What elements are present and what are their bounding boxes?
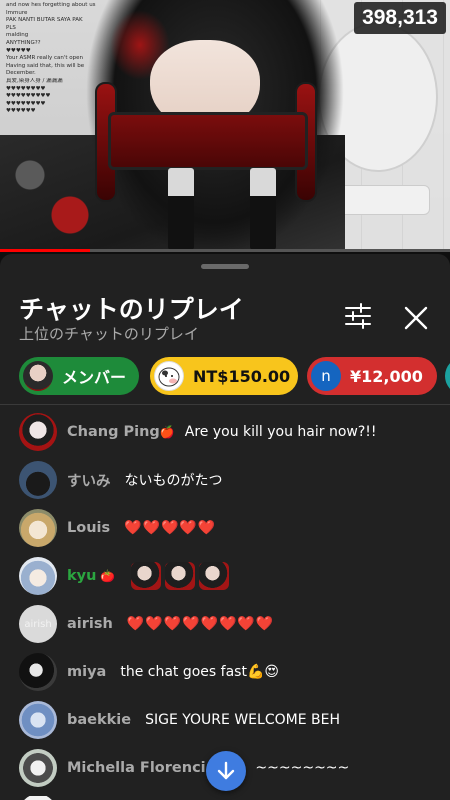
video-overlay-chat: and now hes forgetting about us Immure PAK…	[6, 2, 116, 116]
chat-message[interactable]: airish airish ❤️❤️❤️❤️❤️❤️❤️❤️	[19, 602, 274, 646]
chip-member[interactable]: メンバー	[19, 357, 139, 395]
member-avatar	[23, 361, 53, 391]
arrow-down-icon	[217, 761, 235, 780]
sliders-icon	[345, 303, 371, 329]
chat-message[interactable]: Michella Florencia ~~~~~~~~	[19, 746, 349, 790]
avatar	[19, 796, 57, 800]
overlay-chat-line: ♥♥♥♥♥	[6, 47, 31, 54]
overlay-chat-line: ♥♥♥♥♥♥♥♥♥	[6, 93, 51, 100]
superchat-chip-row: メンバー NT$150.00 n ¥12,000	[19, 357, 450, 397]
author-name: Louis	[67, 520, 111, 536]
chip-more[interactable]	[445, 357, 450, 395]
author-name: kyu	[67, 568, 97, 584]
chip-yen-label: ¥12,000	[350, 366, 423, 386]
chip-member-label: メンバー	[62, 368, 127, 387]
chip-superchat-yen[interactable]: n ¥12,000	[307, 357, 437, 395]
author-name: baekkie	[67, 712, 132, 728]
chat-message[interactable]: Louis ❤️❤️❤️❤️❤️	[19, 506, 216, 550]
divider	[0, 404, 450, 405]
message-text: ❤️❤️❤️❤️❤️❤️❤️❤️	[126, 616, 275, 632]
avatar	[19, 413, 57, 451]
avatar	[19, 509, 57, 547]
overlay-chat-line: malding	[6, 32, 29, 39]
author-name: miya	[67, 664, 107, 680]
avatar: airish	[19, 605, 57, 643]
sticker-group	[131, 562, 230, 590]
chat-message[interactable]: kyu 🍅	[19, 554, 230, 598]
mic-stand-left	[168, 168, 194, 250]
overlay-chat-line: ♥♥♥♥♥♥♥♥	[6, 100, 46, 107]
close-button[interactable]	[400, 302, 432, 334]
overlay-chat-line: Immure	[6, 9, 28, 16]
overlay-chat-line: ANYTHING??	[6, 39, 41, 46]
overlay-chat-line: 真爱,染身人身 / 漏漏漏	[6, 77, 63, 84]
viewer-count: 398,313	[354, 2, 446, 34]
tomato-badge-icon: 🍅	[100, 569, 116, 583]
overlay-chat-line: Having said that, this will be	[6, 62, 85, 69]
binaural-mic-body	[108, 112, 308, 170]
overlay-chat-line: PAK NANTI BUTAR SAYA PAK	[6, 17, 83, 24]
video-progress-fill	[0, 249, 90, 252]
chat-message[interactable]: baekkie SIGE YOURE WELCOME BEH	[19, 698, 340, 742]
filter-button[interactable]	[342, 302, 374, 330]
mic-stand-right	[250, 168, 276, 250]
message-text: the chat goes fast💪😍	[120, 664, 279, 680]
author-name: Chang Ping	[67, 424, 160, 440]
overlay-chat-line: December.	[6, 70, 36, 77]
chat-message[interactable]: すいみ ないものがたつ	[19, 458, 223, 502]
letter-avatar: n	[311, 361, 341, 391]
message-text: ❤️❤️❤️❤️❤️	[124, 520, 217, 536]
chat-replay-sheet: チャットのリプレイ 上位のチャットのリプレイ メンバー NT$150.00 n …	[0, 254, 450, 800]
video-player[interactable]: and now hes forgetting about us Immure PAK…	[0, 0, 450, 252]
overlay-chat-line: ♥♥♥♥♥♥	[6, 108, 36, 115]
chat-message[interactable]: miya the chat goes fast💪😍	[19, 650, 279, 694]
sticker-emoji	[199, 562, 230, 590]
avatar	[19, 701, 57, 739]
chip-nt-label: NT$150.00	[193, 366, 291, 386]
sticker-emoji	[165, 562, 196, 590]
overlay-chat-line: ♥♥♥♥♥♥♥♥	[6, 85, 46, 92]
scroll-to-bottom-button[interactable]	[206, 751, 246, 791]
avatar	[19, 557, 57, 595]
sticker-emoji	[131, 562, 162, 590]
avatar	[19, 461, 57, 499]
apple-badge-icon: 🍎	[159, 425, 175, 439]
chip-superchat-nt[interactable]: NT$150.00	[150, 357, 298, 395]
message-text: Are you kill you hair now?!!	[184, 424, 377, 440]
cow-icon	[158, 367, 180, 387]
avatar	[19, 653, 57, 691]
overlay-chat-line: PLS	[6, 24, 16, 31]
chat-message[interactable]: Chang Ping 🍎 Are you kill you hair now?!…	[19, 410, 377, 454]
chat-message-partial[interactable]	[19, 796, 67, 800]
cow-avatar	[154, 361, 184, 391]
overlay-chat-line: and now hes forgetting about us	[6, 2, 96, 8]
message-text: ないものがたつ	[124, 473, 223, 489]
sheet-subtitle[interactable]: 上位のチャットのリプレイ	[19, 323, 199, 344]
author-name: airish	[67, 616, 113, 632]
author-name: すいみ	[67, 473, 111, 490]
overlay-chat-line: Your ASMR really can't open	[6, 55, 84, 62]
sheet-title: チャットのリプレイ	[19, 295, 244, 324]
author-name: Michella Florencia	[67, 760, 216, 776]
video-progress-bar[interactable]	[0, 249, 450, 252]
avatar	[19, 749, 57, 787]
message-text: ~~~~~~~~	[255, 760, 350, 776]
drag-handle[interactable]	[201, 264, 249, 269]
close-icon	[404, 306, 428, 330]
message-text: SIGE YOURE WELCOME BEH	[145, 712, 340, 728]
